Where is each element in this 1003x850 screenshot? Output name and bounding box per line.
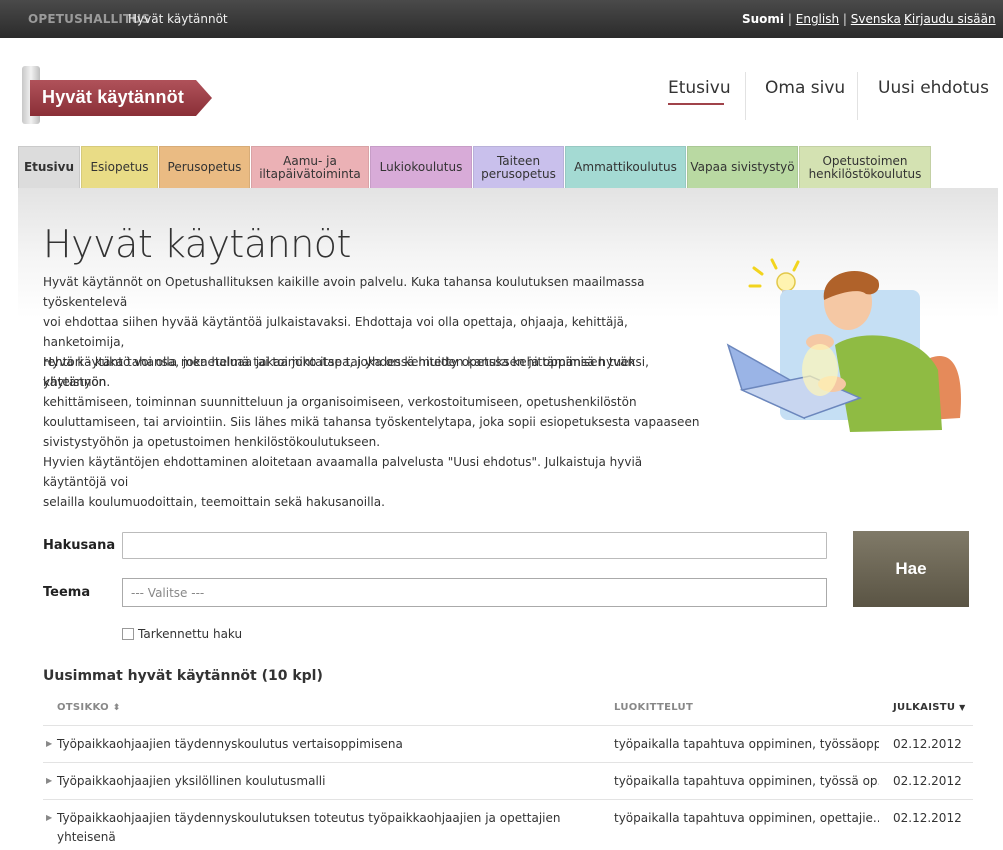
- theme-label: Teema: [43, 585, 91, 600]
- table-header-divider: [43, 725, 973, 726]
- row-categories: työpaikalla tapahtuva oppiminen, opettaj…: [614, 811, 879, 825]
- row-title-line: Työpaikkaohjaajien täydennyskoulutuksen …: [57, 811, 561, 844]
- category-tab[interactable]: Vapaa sivistystyö: [687, 146, 798, 188]
- sort-desc-icon: ▼: [959, 703, 966, 712]
- expand-arrow-icon[interactable]: ▶: [46, 776, 52, 785]
- nav-own-page[interactable]: Oma sivu: [765, 78, 845, 98]
- category-tab-label: Opetustoimen henkilöstökoulutus: [808, 153, 922, 181]
- category-tab[interactable]: Lukiokoulutus: [370, 146, 472, 188]
- row-title-line: Työpaikkaohjaajien yksilöllinen koulutus…: [57, 774, 326, 788]
- column-header-title-label: OTSIKKO: [57, 702, 109, 713]
- intro-line: kehittämiseen, toiminnan suunnitteluun j…: [43, 395, 637, 409]
- nav-divider: [745, 72, 746, 120]
- page-title: Hyvät käytännöt: [43, 222, 351, 266]
- category-tab-label: Lukiokoulutus: [379, 160, 463, 174]
- intro-line: Hyvät käytännöt on Opetushallituksen kai…: [43, 275, 645, 309]
- category-tab-label: Perusopetus: [167, 160, 242, 174]
- advanced-search-checkbox[interactable]: [122, 628, 134, 640]
- service-name[interactable]: Hyvät käytännöt: [128, 12, 228, 26]
- nav-divider: [857, 72, 858, 120]
- intro-line: selailla koulumuodoittain, teemoittain s…: [43, 495, 385, 509]
- keyword-label: Hakusana: [43, 538, 116, 553]
- row-published-date: 02.12.2012: [893, 737, 962, 751]
- row-published-date: 02.12.2012: [893, 811, 962, 825]
- intro-paragraph: Hyvä käytäntö voi olla menetelmä tai toi…: [43, 352, 703, 452]
- column-header-categories: LUOKITTELUT: [614, 702, 694, 713]
- latest-title: Uusimmat hyvät käytännöt (10 kpl): [43, 668, 323, 684]
- intro-line: Hyvä käytäntö voi olla menetelmä tai toi…: [43, 355, 649, 389]
- lang-separator: |: [787, 12, 792, 26]
- nav-active-indicator: [668, 103, 724, 105]
- row-title-link[interactable]: Työpaikkaohjaajien yksilöllinen koulutus…: [57, 772, 602, 791]
- column-header-published[interactable]: JULKAISTU ▼: [893, 702, 966, 713]
- intro-line: Hyvien käytäntöjen ehdottaminen aloiteta…: [43, 455, 643, 489]
- expand-arrow-icon[interactable]: ▶: [46, 813, 52, 822]
- intro-paragraph: Hyvien käytäntöjen ehdottaminen aloiteta…: [43, 452, 703, 512]
- expand-arrow-icon[interactable]: ▶: [46, 739, 52, 748]
- category-tab[interactable]: Perusopetus: [159, 146, 250, 188]
- lang-english-link[interactable]: English: [796, 12, 839, 26]
- theme-select[interactable]: --- Valitse ---: [122, 578, 827, 607]
- category-tab[interactable]: Opetustoimen henkilöstökoulutus: [799, 146, 931, 188]
- top-bar: OPETUSHALLITUS Hyvät käytännöt Suomi | E…: [0, 0, 1003, 38]
- row-title-line: Työpaikkaohjaajien täydennyskoulutus ver…: [57, 737, 403, 751]
- intro-line: voi ehdottaa siihen hyvää käytäntöä julk…: [43, 315, 628, 349]
- row-categories: työpaikalla tapahtuva oppiminen, työssä …: [614, 774, 879, 788]
- row-divider: [43, 799, 973, 800]
- login-link[interactable]: Kirjaudu sisään: [904, 12, 996, 26]
- category-tab-label: Aamu- ja iltapäivätoiminta: [259, 153, 361, 181]
- category-tab-label: Taiteen perusopetus: [481, 153, 556, 181]
- theme-select-value: --- Valitse ---: [131, 586, 205, 600]
- row-divider: [43, 762, 973, 763]
- category-tab[interactable]: Etusivu: [18, 146, 80, 188]
- row-title-link[interactable]: Työpaikkaohjaajien täydennyskoulutus ver…: [57, 735, 602, 754]
- keyword-input[interactable]: [122, 532, 827, 559]
- row-categories: työpaikalla tapahtuva oppiminen, työssäo…: [614, 737, 879, 751]
- sort-both-icon: ⬍: [112, 703, 121, 713]
- category-tab-label: Esiopetus: [90, 160, 149, 174]
- row-title-link[interactable]: Työpaikkaohjaajien täydennyskoulutuksen …: [57, 809, 602, 850]
- row-published-date: 02.12.2012: [893, 774, 962, 788]
- category-tab[interactable]: Ammattikoulutus: [565, 146, 686, 188]
- category-tab[interactable]: Esiopetus: [81, 146, 158, 188]
- nav-home[interactable]: Etusivu: [668, 78, 731, 98]
- intro-line: kouluttamiseen, tai arviointiin. Siis lä…: [43, 415, 700, 429]
- category-tab-label: Ammattikoulutus: [574, 160, 677, 174]
- intro-line: sivistystyöhön ja opetustoimen henkilöst…: [43, 435, 381, 449]
- nav-new-proposal[interactable]: Uusi ehdotus: [878, 78, 989, 98]
- lang-finnish: Suomi: [742, 12, 785, 26]
- column-header-title[interactable]: OTSIKKO ⬍: [57, 702, 121, 713]
- category-tab-label: Etusivu: [23, 160, 75, 174]
- lang-swedish-link[interactable]: Svenska: [851, 12, 901, 26]
- category-tab[interactable]: Aamu- ja iltapäivätoiminta: [251, 146, 369, 188]
- column-header-published-label: JULKAISTU: [893, 702, 956, 713]
- category-tab[interactable]: Taiteen perusopetus: [473, 146, 564, 188]
- search-button[interactable]: Hae: [853, 531, 969, 607]
- logo-text[interactable]: Hyvät käytännöt: [42, 87, 184, 108]
- advanced-search-label[interactable]: Tarkennettu haku: [138, 627, 242, 641]
- illustration-person-laptop-icon: [726, 258, 961, 432]
- language-switcher: Suomi | English | Svenska: [742, 12, 901, 26]
- category-tab-label: Vapaa sivistystyö: [690, 160, 795, 174]
- lang-separator: |: [842, 12, 847, 26]
